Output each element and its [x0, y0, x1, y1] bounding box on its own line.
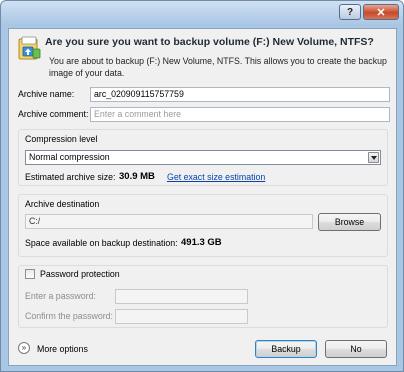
- backup-button[interactable]: Backup: [255, 340, 317, 358]
- dialog-body: Are you sure you want to backup volume (…: [8, 28, 397, 366]
- space-available-value: 491.3 GB: [181, 237, 222, 248]
- confirm-password-label: Confirm the password:: [25, 311, 114, 321]
- archive-name-input[interactable]: arc_020909115757759: [90, 87, 390, 102]
- double-chevron-down-icon[interactable]: »: [18, 342, 30, 354]
- archive-destination-label: Archive destination: [25, 199, 100, 209]
- chevron-down-icon[interactable]: [368, 152, 379, 163]
- browse-button[interactable]: Browse: [318, 213, 381, 231]
- archive-name-label: Archive name:: [18, 89, 75, 99]
- enter-password-label: Enter a password:: [25, 291, 96, 301]
- password-protection-label[interactable]: Password protection: [40, 269, 120, 279]
- enter-password-input[interactable]: [115, 289, 248, 304]
- estimated-size-label: Estimated archive size:: [25, 172, 116, 182]
- dialog-description: You are about to backup (F:) New Volume,…: [49, 56, 387, 78]
- compression-level-value: Normal compression: [29, 152, 110, 162]
- destination-path-field[interactable]: C:/: [25, 214, 313, 229]
- password-protection-checkbox[interactable]: [25, 269, 35, 279]
- title-bar[interactable]: ? ✕: [1, 1, 403, 27]
- space-available-label: Space available on backup destination:: [25, 238, 178, 248]
- get-exact-size-link[interactable]: Get exact size estimation: [167, 172, 265, 182]
- backup-volume-icon: [18, 36, 41, 60]
- compression-level-select[interactable]: Normal compression: [25, 150, 381, 165]
- archive-comment-input[interactable]: Enter a comment here: [90, 107, 390, 122]
- confirm-password-input[interactable]: [115, 309, 248, 324]
- estimated-size-value: 30.9 MB: [119, 171, 155, 182]
- dialog-heading: Are you sure you want to backup volume (…: [45, 36, 374, 48]
- dialog-window: ? ✕ Are you sure you want to backup volu…: [0, 0, 404, 372]
- no-button[interactable]: No: [325, 340, 387, 358]
- close-button[interactable]: ✕: [363, 4, 399, 20]
- more-options-link[interactable]: More options: [37, 344, 88, 354]
- archive-comment-label: Archive comment:: [18, 109, 89, 119]
- compression-level-label: Compression level: [25, 134, 98, 144]
- help-button[interactable]: ?: [339, 4, 361, 20]
